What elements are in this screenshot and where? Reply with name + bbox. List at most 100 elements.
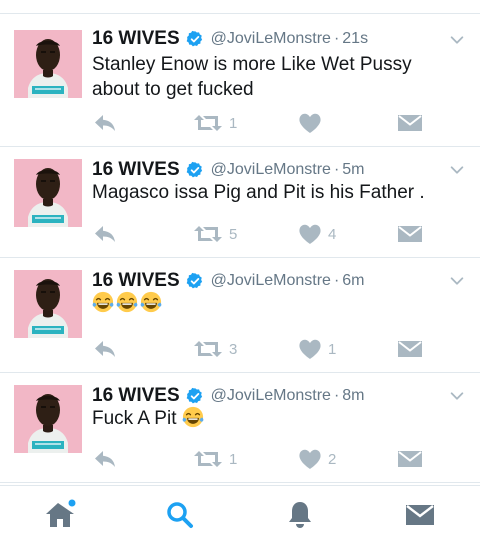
tweet[interactable]: 16 WIVES @JoviLeMonstre · 6m 3 1 xyxy=(0,258,480,373)
verified-badge-icon xyxy=(186,161,204,179)
retweet-count: 3 xyxy=(229,340,238,358)
profile-photo xyxy=(14,385,82,453)
direct-message-button[interactable] xyxy=(397,113,423,133)
profile-photo xyxy=(14,159,82,227)
home-icon xyxy=(46,499,76,527)
tweet-timeline[interactable]: 16 WIVES @JoviLeMonstre · 21s Stanley En… xyxy=(0,15,480,483)
avatar[interactable] xyxy=(14,385,82,453)
tweet-header: 16 WIVES @JoviLeMonstre · 6m xyxy=(92,269,365,293)
verified-badge-icon xyxy=(186,30,204,48)
avatar[interactable] xyxy=(14,159,82,227)
tweet-actions: 3 1 xyxy=(0,339,480,359)
retweet-icon xyxy=(193,449,223,469)
username[interactable]: @JoviLeMonstre xyxy=(211,30,331,48)
like-button[interactable]: 2 xyxy=(298,449,336,469)
tab-search[interactable] xyxy=(163,498,197,532)
tab-home[interactable] xyxy=(43,498,77,532)
bottom-tab-bar xyxy=(0,485,480,545)
face-with-tears-of-joy-icon xyxy=(182,406,204,428)
display-name[interactable]: 16 WIVES xyxy=(92,385,180,407)
heart-icon xyxy=(298,338,322,360)
heart-icon xyxy=(298,223,322,245)
like-button[interactable] xyxy=(298,113,328,133)
direct-message-button[interactable] xyxy=(397,339,423,359)
face-with-tears-of-joy-icon xyxy=(140,291,162,313)
avatar[interactable] xyxy=(14,270,82,338)
tweet-text xyxy=(92,291,462,313)
retweet-button[interactable]: 3 xyxy=(193,339,237,359)
envelope-icon xyxy=(397,113,423,133)
tweet-header: 16 WIVES @JoviLeMonstre · 5m xyxy=(92,158,365,182)
retweet-count: 1 xyxy=(229,450,238,468)
username[interactable]: @JoviLeMonstre xyxy=(211,272,331,290)
chevron-down-icon[interactable] xyxy=(448,31,466,49)
top-divider xyxy=(0,0,480,14)
tweet-actions: 1 xyxy=(0,113,480,133)
retweet-icon xyxy=(193,339,223,359)
username[interactable]: @JoviLeMonstre xyxy=(211,387,331,405)
reply-button[interactable] xyxy=(93,224,117,244)
like-count: 2 xyxy=(328,450,337,468)
reply-icon xyxy=(93,339,117,359)
heart-icon xyxy=(298,448,322,470)
reply-icon xyxy=(93,449,117,469)
separator: · xyxy=(333,272,340,289)
reply-button[interactable] xyxy=(93,113,117,133)
avatar[interactable] xyxy=(14,30,82,98)
verified-badge-icon xyxy=(186,387,204,405)
tweet-text: Stanley Enow is more Like Wet Pussy abou… xyxy=(92,54,412,100)
tweet-actions: 5 4 xyxy=(0,224,480,244)
envelope-icon xyxy=(397,224,423,244)
envelope-icon xyxy=(397,339,423,359)
timestamp[interactable]: 8m xyxy=(342,387,364,405)
username[interactable]: @JoviLeMonstre xyxy=(211,161,331,179)
face-with-tears-of-joy-icon xyxy=(116,291,138,313)
tweet-text: Fuck A Pit xyxy=(92,406,462,431)
chevron-down-icon[interactable] xyxy=(448,272,466,290)
retweet-button[interactable]: 5 xyxy=(193,224,237,244)
tab-messages[interactable] xyxy=(403,498,437,532)
search-icon xyxy=(167,502,193,528)
tweet[interactable]: 16 WIVES @JoviLeMonstre · 21s Stanley En… xyxy=(0,15,480,147)
reply-button[interactable] xyxy=(93,339,117,359)
chevron-down-icon[interactable] xyxy=(448,387,466,405)
timestamp[interactable]: 5m xyxy=(342,161,364,179)
direct-message-button[interactable] xyxy=(397,224,423,244)
separator: · xyxy=(333,30,340,47)
tweet[interactable]: 16 WIVES @JoviLeMonstre · 5m Magasco iss… xyxy=(0,147,480,258)
retweet-button[interactable]: 1 xyxy=(193,113,237,133)
separator: · xyxy=(333,387,340,404)
tweet-text-content: Fuck A Pit xyxy=(92,408,177,429)
like-button[interactable]: 1 xyxy=(298,339,336,359)
timestamp[interactable]: 21s xyxy=(342,30,368,48)
face-with-tears-of-joy-icon xyxy=(92,291,114,313)
chevron-down-icon[interactable] xyxy=(448,161,466,179)
retweet-count: 5 xyxy=(229,225,238,243)
display-name[interactable]: 16 WIVES xyxy=(92,159,180,181)
reply-icon xyxy=(93,113,117,133)
heart-icon xyxy=(298,112,322,134)
tweet-text: Magasco issa Pig and Pit is his Father . xyxy=(92,182,425,203)
new-items-dot xyxy=(68,499,76,507)
retweet-icon xyxy=(193,224,223,244)
tweet-header: 16 WIVES @JoviLeMonstre · 21s xyxy=(92,27,368,51)
tweet[interactable]: 16 WIVES @JoviLeMonstre · 8m Fuck A Pit … xyxy=(0,373,480,483)
timestamp[interactable]: 6m xyxy=(342,272,364,290)
tweet-actions: 1 2 xyxy=(0,449,480,469)
reply-icon xyxy=(93,224,117,244)
retweet-icon xyxy=(193,113,223,133)
envelope-icon xyxy=(397,449,423,469)
like-button[interactable]: 4 xyxy=(298,224,336,244)
tab-notifications[interactable] xyxy=(283,498,317,532)
reply-button[interactable] xyxy=(93,449,117,469)
verified-badge-icon xyxy=(186,272,204,290)
like-count: 1 xyxy=(328,340,337,358)
retweet-button[interactable]: 1 xyxy=(193,449,237,469)
direct-message-button[interactable] xyxy=(397,449,423,469)
profile-photo xyxy=(14,270,82,338)
display-name[interactable]: 16 WIVES xyxy=(92,270,180,292)
separator: · xyxy=(333,161,340,178)
tweet-header: 16 WIVES @JoviLeMonstre · 8m xyxy=(92,384,365,408)
retweet-count: 1 xyxy=(229,114,238,132)
display-name[interactable]: 16 WIVES xyxy=(92,28,180,50)
